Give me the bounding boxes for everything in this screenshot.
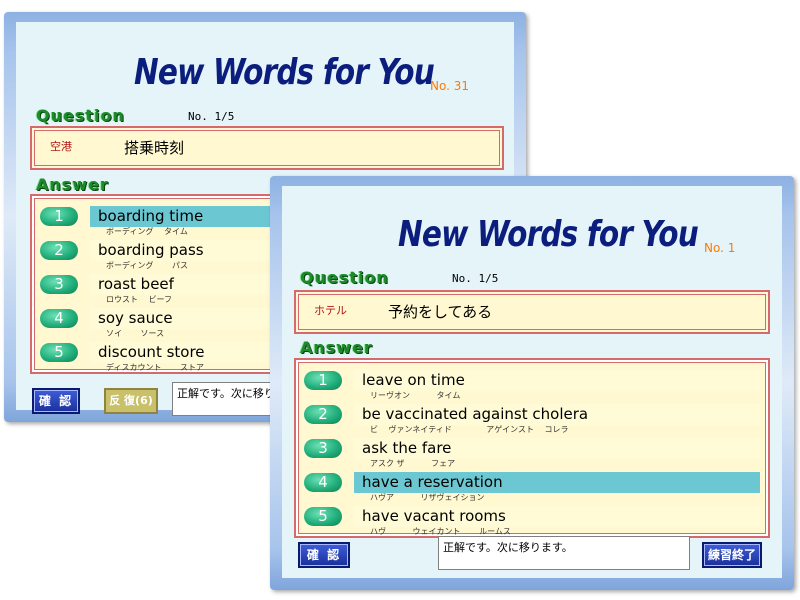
question-count: No. 1/5 [452, 272, 499, 285]
answer-option-1[interactable]: 1 leave on time リーヴオン タイム [304, 368, 760, 402]
app-title: New Words for You [398, 214, 699, 255]
answer-text: have vacant rooms [362, 507, 506, 525]
front-window: New Words for You No. 1 Question No. 1/5… [270, 176, 794, 590]
repeat-button[interactable]: 反 復(6) [104, 388, 158, 414]
option-number-badge: 1 [40, 207, 78, 226]
question-box: ホテル 予約をしてある [294, 290, 770, 334]
question-heading: Question [300, 268, 389, 287]
question-category: 空港 [50, 140, 72, 153]
answer-option-2[interactable]: 2 be vaccinated against cholera ビ ヴァンネイテ… [304, 402, 760, 436]
answer-text: have a reservation [362, 473, 503, 491]
question-text: 搭乗時刻 [124, 139, 185, 157]
set-number: No. 1 [704, 241, 736, 255]
answer-text: soy sauce [98, 309, 173, 327]
option-number-badge: 3 [304, 439, 342, 458]
option-number-badge: 5 [304, 507, 342, 526]
status-message: 正解です。次に移ります。 [438, 536, 690, 570]
confirm-button[interactable]: 確 認 [32, 388, 80, 414]
answer-text: boarding time [98, 207, 204, 225]
answer-pronunciation: ソイ ソース [106, 329, 165, 338]
answer-pronunciation: アスク ザ フェア [370, 459, 456, 468]
option-number-badge: 5 [40, 343, 78, 362]
answer-text: ask the fare [362, 439, 452, 457]
question-count: No. 1/5 [188, 110, 235, 123]
front-window-panel: New Words for You No. 1 Question No. 1/5… [282, 186, 782, 578]
answer-pronunciation: リーヴオン タイム [370, 391, 461, 400]
answer-box: 1 leave on time リーヴオン タイム 2 be vaccinate… [294, 358, 770, 538]
answer-option-5[interactable]: 5 have vacant rooms ハヴ ウェイカント ルームス [304, 504, 760, 538]
answer-heading: Answer [36, 175, 109, 194]
app-title: New Words for You [134, 52, 435, 93]
question-category: ホテル [314, 304, 347, 317]
question-box: 空港 搭乗時刻 [30, 126, 504, 170]
option-number-badge: 2 [40, 241, 78, 260]
answer-pronunciation: ボーディング タイム [106, 227, 188, 236]
option-number-badge: 1 [304, 371, 342, 390]
answer-pronunciation: ビ ヴァンネイティド アゲインスト コレラ [370, 425, 569, 434]
set-number: No. 31 [430, 79, 470, 93]
answer-pronunciation: ディスカウント ストア [106, 363, 204, 372]
answer-text: be vaccinated against cholera [362, 405, 589, 423]
option-number-badge: 3 [40, 275, 78, 294]
answer-pronunciation: ロウスト ビーフ [106, 295, 173, 304]
answer-text: boarding pass [98, 241, 204, 259]
option-number-badge: 2 [304, 405, 342, 424]
option-number-badge: 4 [40, 309, 78, 328]
answer-text: discount store [98, 343, 205, 361]
finish-practice-button[interactable]: 練習終了 [702, 542, 762, 568]
option-number-badge: 4 [304, 473, 342, 492]
answer-option-4[interactable]: 4 have a reservation ハヴア リザヴェイション [304, 470, 760, 504]
answer-heading: Answer [300, 338, 373, 357]
confirm-button[interactable]: 確 認 [298, 542, 350, 568]
question-text: 予約をしてある [388, 303, 493, 321]
answer-option-3[interactable]: 3 ask the fare アスク ザ フェア [304, 436, 760, 470]
answer-text: roast beef [98, 275, 174, 293]
answer-pronunciation: ハヴア リザヴェイション [370, 493, 485, 502]
answer-pronunciation: ボーディング パス [106, 261, 188, 270]
question-heading: Question [36, 106, 125, 125]
answer-text: leave on time [362, 371, 465, 389]
